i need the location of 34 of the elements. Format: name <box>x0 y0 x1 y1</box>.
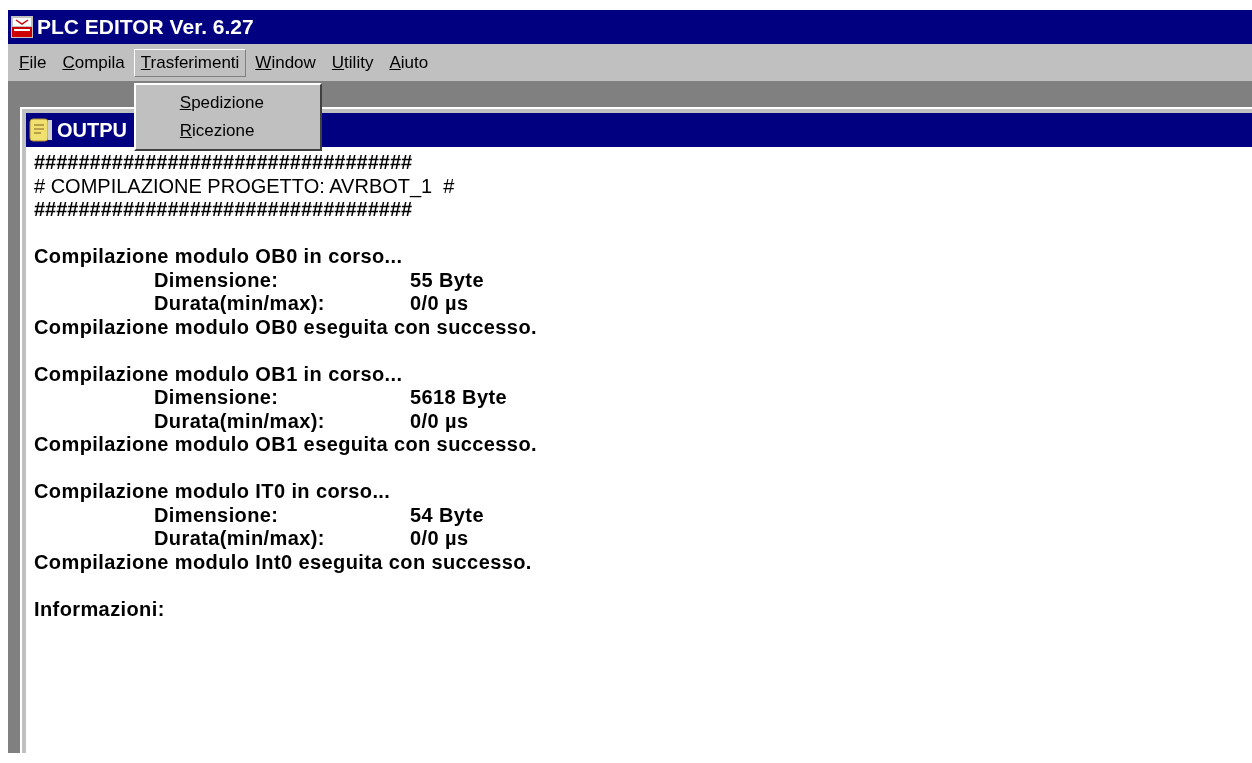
detail-label: Durata(min/max): <box>154 292 326 316</box>
menu-item[interactable]: Compila <box>55 48 132 77</box>
log-line: Compilazione modulo Int0 eseguita con successo. <box>34 550 533 574</box>
detail-value: 54 Byte <box>410 503 484 527</box>
document-icon <box>29 118 53 142</box>
menu-item[interactable]: Trasferimenti <box>133 48 247 77</box>
menu-item[interactable]: Utility <box>324 48 381 77</box>
detail-label: Durata(min/max): <box>154 409 326 433</box>
detail-label: Dimensione: <box>154 268 280 292</box>
detail-label: Dimensione: <box>154 503 280 527</box>
output-window-title: OUTPU <box>57 118 127 142</box>
menu-item[interactable]: Window <box>248 48 323 77</box>
detail-value: 55 Byte <box>410 268 484 292</box>
dropdown-item[interactable]: Spedizione <box>175 88 268 117</box>
header-line: # COMPILAZIONE PROGETTO: AVRBOT_1 # <box>34 174 456 198</box>
log-line: Compilazione modulo OB0 in corso... <box>34 245 404 269</box>
log-line: Compilazione modulo OB1 in corso... <box>34 362 404 386</box>
dropdown-item[interactable]: Ricezione <box>175 116 259 145</box>
detail-label: Dimensione: <box>154 386 280 410</box>
detail-value: 0/0 µs <box>410 292 469 316</box>
header-line: ################################## <box>34 198 414 222</box>
detail-value: 0/0 µs <box>410 409 469 433</box>
detail-value: 5618 Byte <box>410 386 507 410</box>
header-line: ################################## <box>34 151 414 175</box>
menu-item[interactable]: File <box>12 48 54 77</box>
window-title: PLC EDITOR Ver. 6.27 <box>37 15 254 39</box>
log-line: Compilazione modulo OB1 eseguita con successo. <box>34 433 538 457</box>
log-line: Compilazione modulo OB0 eseguita con successo. <box>34 315 538 339</box>
detail-label: Durata(min/max): <box>154 527 326 551</box>
log-line: Compilazione modulo IT0 in corso... <box>34 480 392 504</box>
detail-value: 0/0 µs <box>410 527 469 551</box>
menu-item[interactable]: Aiuto <box>382 48 436 77</box>
log-line: Informazioni: <box>34 597 166 621</box>
app-logo-icon <box>11 16 33 38</box>
